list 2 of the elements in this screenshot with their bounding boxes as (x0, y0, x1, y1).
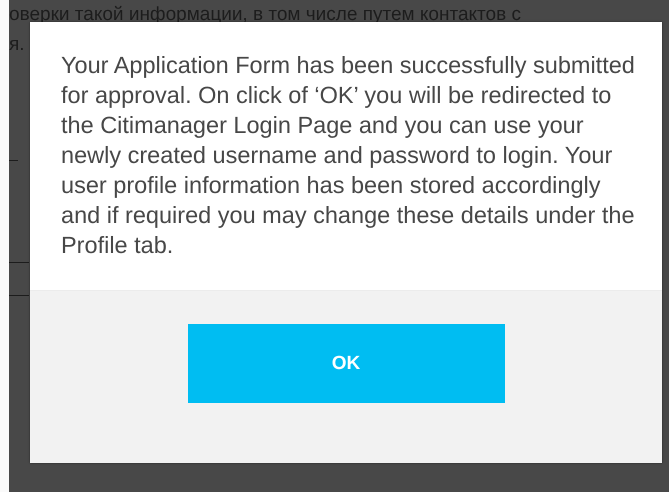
ok-button[interactable]: OK (188, 324, 504, 403)
dialog-message: Your Application Form has been successfully submitted for approval. On click of ‘OK’ you will be redirected to the Citimanager Login Page and you can use your newly created username and password to login. Your user profile information has been stored accordingly and if required you may change these details under the Profile tab. (61, 51, 636, 260)
